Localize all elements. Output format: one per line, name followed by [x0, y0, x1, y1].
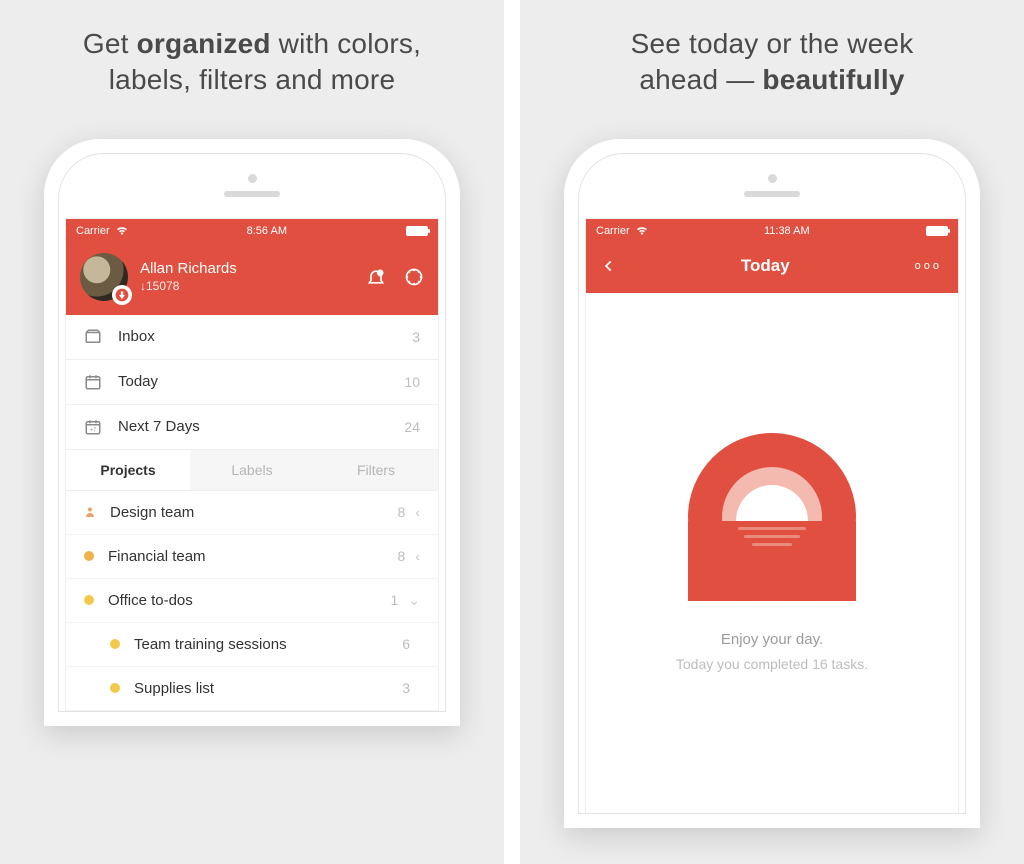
project-row[interactable]: Office to-dos1 ⌄ [66, 579, 438, 623]
phone-hardware-top [59, 154, 445, 218]
project-label: Supplies list [134, 680, 402, 697]
project-label: Office to-dos [108, 592, 390, 609]
project-color-icon [84, 551, 94, 561]
user-name: Allan Richards [140, 260, 366, 277]
inbox-icon [84, 328, 102, 346]
project-color-icon [110, 639, 120, 649]
clock-label: 11:38 AM [764, 225, 810, 237]
svg-text:!: ! [379, 271, 381, 277]
phone-mock-right: Carrier 11:38 AM Today ooo [564, 139, 980, 828]
more-icon[interactable]: ooo [915, 260, 942, 272]
wifi-icon [636, 225, 648, 237]
avatar[interactable] [80, 253, 128, 301]
empty-msg-title: Enjoy your day. [721, 631, 823, 648]
carrier-label: Carrier [596, 225, 630, 237]
nav-inbox[interactable]: Inbox 3 [66, 315, 438, 360]
sunset-illustration-icon [688, 433, 856, 601]
project-label: Design team [110, 504, 398, 521]
project-label: Financial team [108, 548, 398, 565]
today-header: Today ooo [586, 243, 958, 293]
phone-hardware-top [579, 154, 965, 218]
project-count: 1 [390, 592, 398, 608]
project-row[interactable]: Team training sessions6 [66, 623, 438, 667]
wifi-icon [116, 225, 128, 237]
battery-icon [406, 226, 428, 236]
carrier-label: Carrier [76, 225, 110, 237]
battery-icon [926, 226, 948, 236]
headline-left: Get organized with colors, labels, filte… [83, 26, 421, 99]
project-row[interactable]: Design team8 ‹ [66, 491, 438, 535]
svg-text:+7: +7 [90, 427, 96, 433]
calendar-week-icon: +7 [84, 418, 102, 436]
project-count: 8 [398, 504, 406, 520]
nav-label: Inbox [118, 328, 412, 345]
nav-next7[interactable]: +7 Next 7 Days 24 [66, 405, 438, 450]
nav-label: Today [118, 373, 404, 390]
phone-camera-icon [768, 174, 777, 183]
empty-msg-sub: Today you completed 16 tasks. [676, 656, 868, 672]
back-icon[interactable] [602, 255, 616, 277]
nav-count: 3 [412, 329, 420, 345]
nav-label: Next 7 Days [118, 418, 404, 435]
chevron-icon: ‹ [415, 504, 420, 520]
project-count: 8 [398, 548, 406, 564]
person-icon [84, 505, 96, 519]
phone-mock-left: Carrier 8:56 AM [44, 139, 460, 726]
project-color-icon [84, 595, 94, 605]
project-color-icon [110, 683, 120, 693]
tab-filters[interactable]: Filters [314, 450, 438, 490]
headline-right: See today or the week ahead — beautifull… [631, 26, 914, 99]
settings-icon[interactable] [404, 267, 424, 287]
chevron-icon: ⌄ [408, 592, 420, 609]
user-score: ↓15078 [140, 279, 366, 293]
chevron-icon: ‹ [415, 548, 420, 564]
calendar-today-icon [84, 373, 102, 391]
project-count: 6 [402, 636, 410, 652]
nav-today[interactable]: Today 10 [66, 360, 438, 405]
phone-speaker-icon [224, 191, 280, 197]
clock-label: 8:56 AM [247, 225, 287, 237]
karma-badge-icon [112, 285, 132, 305]
project-row[interactable]: Financial team8 ‹ [66, 535, 438, 579]
app-header: Allan Richards ↓15078 ! [66, 243, 438, 315]
status-bar: Carrier 11:38 AM [586, 219, 958, 243]
tab-projects[interactable]: Projects [66, 450, 190, 490]
phone-speaker-icon [744, 191, 800, 197]
project-count: 3 [402, 680, 410, 696]
status-bar: Carrier 8:56 AM [66, 219, 438, 243]
segment-tabs: Projects Labels Filters [66, 450, 438, 491]
nav-count: 10 [404, 374, 420, 390]
project-row[interactable]: Supplies list3 [66, 667, 438, 711]
notifications-icon[interactable]: ! [366, 267, 386, 287]
page-title: Today [741, 256, 790, 276]
nav-count: 24 [404, 419, 420, 435]
phone-camera-icon [248, 174, 257, 183]
tab-labels[interactable]: Labels [190, 450, 314, 490]
project-label: Team training sessions [134, 636, 402, 653]
